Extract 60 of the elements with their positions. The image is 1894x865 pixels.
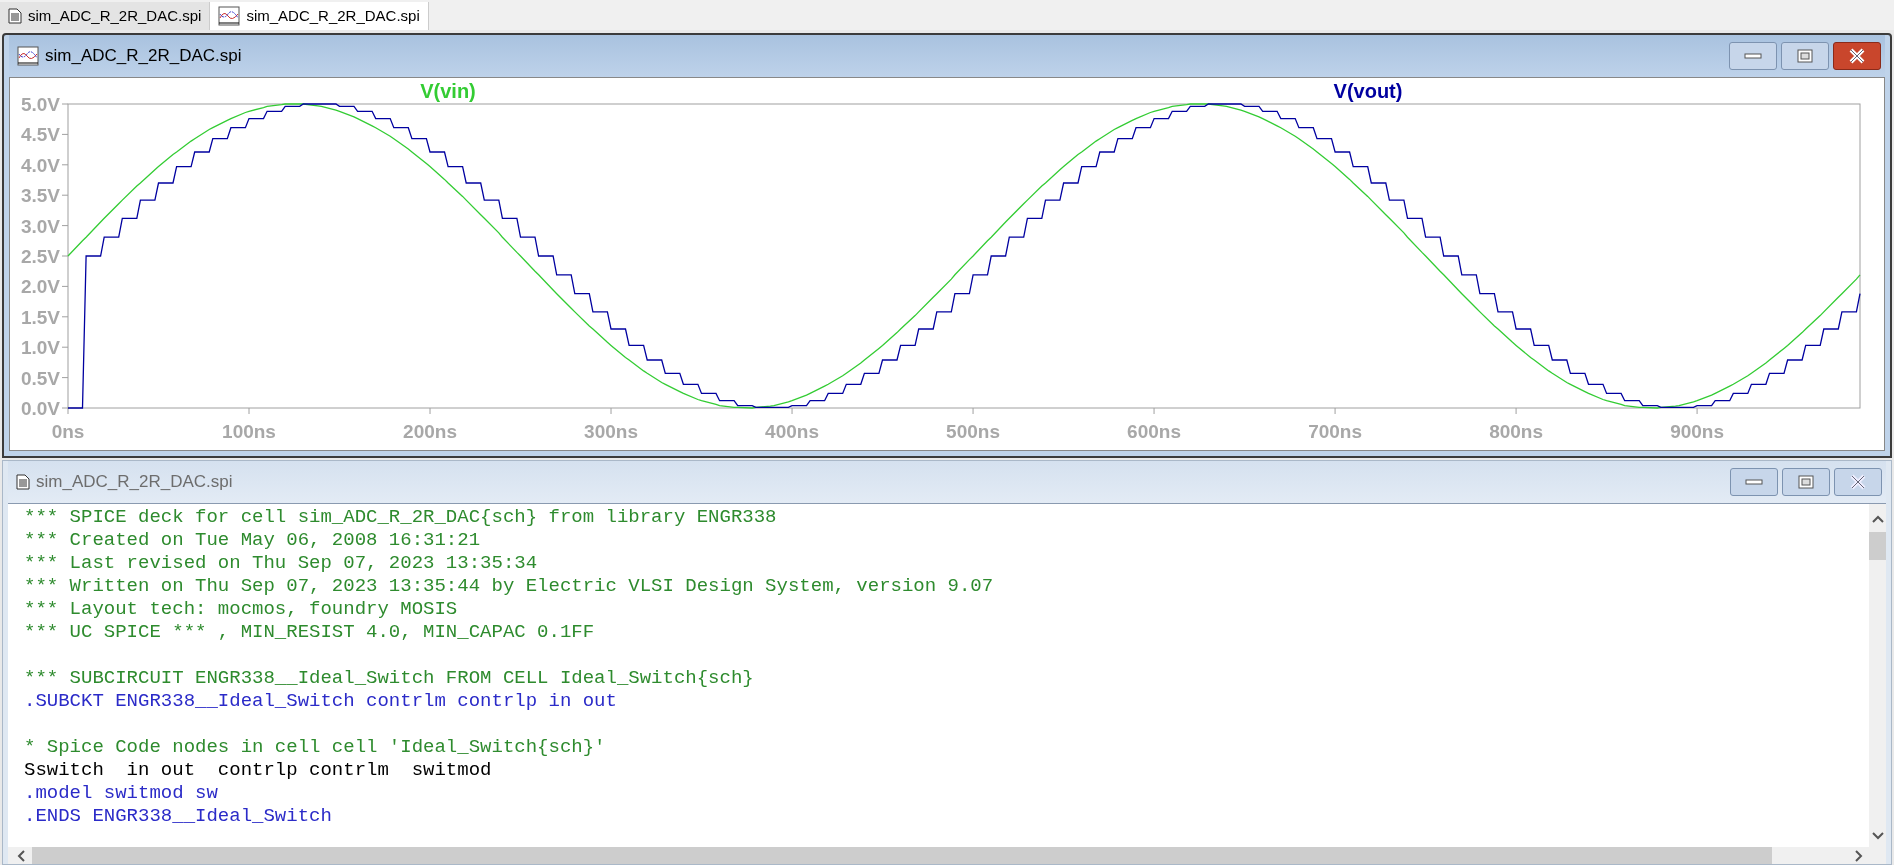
y-tick-label: 4.0V: [20, 154, 60, 176]
y-tick-label: 1.5V: [20, 306, 60, 328]
x-tick-label: 0ns: [51, 421, 85, 442]
y-tick-label: 3.0V: [20, 215, 60, 237]
series-label: V(vout): [1333, 80, 1403, 102]
window-title: sim_ADC_R_2R_DAC.spi: [36, 471, 233, 494]
document-icon: [8, 8, 22, 24]
code-line: *** Written on Thu Sep 07, 2023 13:35:44 by Electric VLSI Design System, version 9.07: [24, 575, 994, 598]
scroll-left-icon: [16, 849, 26, 862]
vertical-scrollbar[interactable]: [1869, 504, 1886, 847]
waveform-icon: [17, 46, 39, 66]
code-line: .ENDS ENGR338__Ideal_Switch: [24, 805, 332, 828]
x-tick-label: 900ns: [1670, 421, 1725, 442]
code-line: Sswitch in out contrlp contrlm switmod: [24, 759, 492, 782]
minimize-button[interactable]: [1730, 468, 1778, 496]
code-line: *** Layout tech: mocmos, foundry MOSIS: [24, 598, 458, 621]
y-tick-label: 4.5V: [20, 124, 60, 146]
code-line: * Spice Code nodes in cell cell 'Ideal_Switch{sch}': [24, 736, 606, 759]
y-tick-label: 2.5V: [20, 246, 60, 267]
y-tick-label: 1.0V: [20, 337, 60, 359]
maximize-button[interactable]: [1782, 468, 1830, 496]
x-tick-label: 800ns: [1489, 421, 1543, 442]
minimize-icon: [1745, 479, 1763, 485]
x-tick-label: 600ns: [1127, 421, 1181, 442]
scroll-down-icon: [1871, 831, 1884, 841]
series-label: V(vin): [420, 80, 476, 102]
minimize-icon: [1744, 53, 1762, 59]
code-line: *** Last revised on Thu Sep 07, 2023 13:35:34: [24, 552, 538, 575]
scroll-up-icon: [1871, 514, 1884, 524]
file-tab[interactable]: sim_ADC_R_2R_DAC.spi: [210, 2, 429, 30]
close-icon: [1848, 48, 1866, 64]
code-line: *** UC SPICE *** , MIN_RESIST 4.0, MIN_CAPAC 0.1FF: [24, 621, 595, 644]
y-tick-label: 0.0V: [20, 398, 60, 419]
window-title: sim_ADC_R_2R_DAC.spi: [45, 45, 242, 68]
close-icon: [1849, 474, 1867, 490]
x-tick-label: 300ns: [584, 421, 638, 442]
scrollbar-thumb[interactable]: [1869, 532, 1886, 560]
close-button[interactable]: [1833, 42, 1881, 70]
waveform-icon: [218, 6, 241, 26]
y-tick-label: 0.5V: [20, 367, 60, 389]
x-tick-label: 400ns: [765, 421, 819, 442]
y-tick-label: 2.0V: [20, 276, 60, 298]
document-icon: [16, 474, 30, 490]
minimize-button[interactable]: [1729, 42, 1777, 70]
x-tick-label: 100ns: [222, 421, 276, 442]
code-line: .SUBCKT ENGR338__Ideal_Switch contrlm contrlp in out: [24, 690, 617, 713]
maximize-icon: [1797, 49, 1813, 63]
code-line: *** Created on Tue May 06, 2008 16:31:21: [24, 529, 481, 552]
file-tab[interactable]: sim_ADC_R_2R_DAC.spi: [0, 2, 211, 30]
code-line: *** SPICE deck for cell sim_ADC_R_2R_DAC{sch} from library ENGR338: [24, 506, 777, 529]
y-tick-label: 5.0V: [20, 94, 60, 115]
scroll-right-icon: [1854, 849, 1864, 862]
y-tick-label: 3.5V: [20, 185, 60, 207]
text-editor[interactable]: [8, 504, 1869, 847]
code-line: *** SUBCIRCUIT ENGR338__Ideal_Switch FROM CELL Ideal_Switch{sch}: [24, 667, 754, 690]
code-line: .model switmod sw: [24, 782, 218, 805]
maximize-icon: [1798, 475, 1814, 489]
x-tick-label: 500ns: [946, 421, 1000, 442]
x-tick-label: 700ns: [1308, 421, 1362, 442]
x-tick-label: 200ns: [403, 421, 457, 442]
